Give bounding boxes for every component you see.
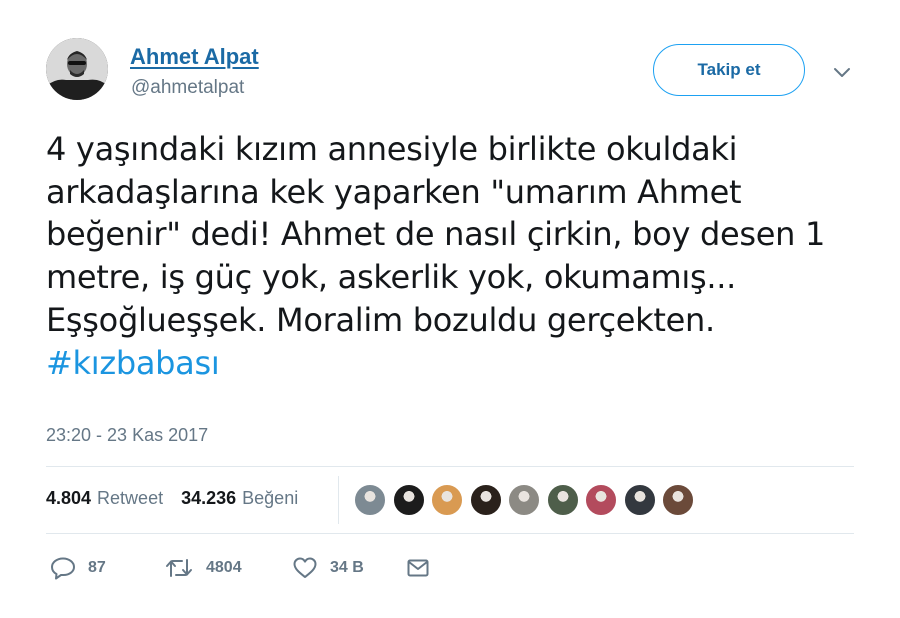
follow-button[interactable]: Takip et <box>653 44 805 96</box>
reply-count: 87 <box>88 559 106 576</box>
retweet-stat-label: Retweet <box>97 488 164 508</box>
like-count: 34 B <box>330 559 364 576</box>
retweet-stat-value: 4.804 <box>46 488 92 508</box>
retweet-button[interactable]: 4804 <box>164 556 292 580</box>
user-avatar[interactable] <box>46 38 108 100</box>
reply-icon <box>50 556 76 580</box>
retweet-count: 4804 <box>206 559 242 576</box>
chevron-down-icon[interactable] <box>832 62 852 82</box>
engagement-stats: 4.804 Retweet 34.236 Beğeni <box>46 488 298 509</box>
tweet-text: 4 yaşındaki kızım annesiyle birlikte oku… <box>46 128 846 384</box>
hashtag-link[interactable]: #kızbabası <box>46 344 220 382</box>
liker-avatar[interactable] <box>622 483 657 517</box>
divider <box>46 466 854 467</box>
like-stat[interactable]: 34.236 Beğeni <box>181 488 298 509</box>
heart-icon <box>292 556 318 580</box>
direct-message-button[interactable] <box>406 557 430 579</box>
tweet-actions: 87 4804 34 B <box>50 556 430 580</box>
user-handle: @ahmetalpat <box>131 77 245 98</box>
liker-avatar[interactable] <box>661 483 695 517</box>
like-button[interactable]: 34 B <box>292 556 406 580</box>
stats-separator <box>338 476 339 524</box>
like-stat-value: 34.236 <box>181 488 237 508</box>
liker-avatar[interactable] <box>545 483 580 517</box>
liker-avatar[interactable] <box>391 483 426 517</box>
retweet-stat[interactable]: 4.804 Retweet <box>46 488 163 509</box>
retweet-icon <box>164 556 194 580</box>
reply-button[interactable]: 87 <box>50 556 164 580</box>
divider <box>46 533 854 534</box>
liker-avatar[interactable] <box>353 483 387 517</box>
liker-avatar[interactable] <box>507 483 541 517</box>
envelope-icon <box>406 557 430 579</box>
tweet-timestamp[interactable]: 23:20 - 23 Kas 2017 <box>46 425 208 446</box>
liker-avatar[interactable] <box>468 483 503 517</box>
liker-avatar[interactable] <box>584 483 618 517</box>
user-display-name[interactable]: Ahmet Alpat <box>130 44 259 70</box>
tweet-body: 4 yaşındaki kızım annesiyle birlikte oku… <box>46 130 826 339</box>
liker-avatar[interactable] <box>430 483 464 517</box>
like-stat-label: Beğeni <box>242 488 299 508</box>
liker-avatars <box>353 483 700 517</box>
